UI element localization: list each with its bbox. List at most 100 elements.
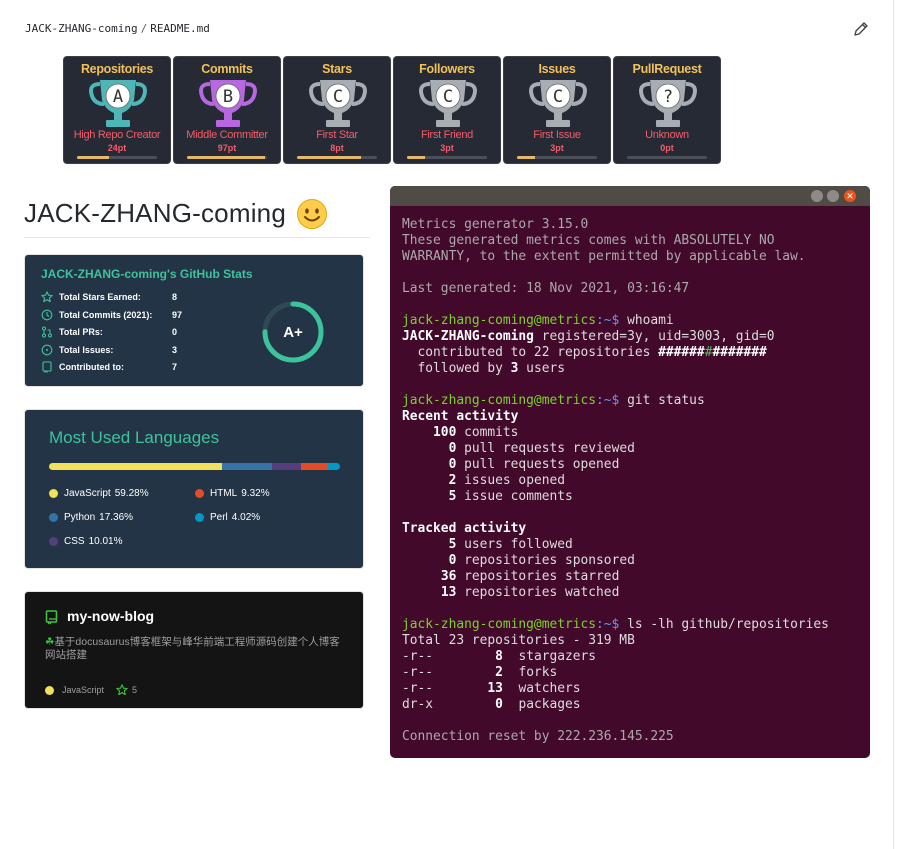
ls-count: 8: [495, 649, 503, 664]
language-legend-item: HTML 9.32%: [195, 488, 270, 499]
language-bar-segment: [272, 463, 302, 470]
pull-request-icon: [42, 326, 52, 338]
repo-name-link[interactable]: my-now-blog: [67, 608, 154, 624]
repo-description: ☘基于docusaurus博客框架与峰华前端工程师源码创建个人博客网站搭建: [45, 636, 345, 662]
ls-count: 0: [495, 697, 503, 712]
stats-row: Total Stars Earned: 8: [41, 291, 202, 303]
prompt-user: jack-zhang-coming@metrics: [402, 313, 597, 328]
repo-pin-card[interactable]: my-now-blog ☘基于docusaurus博客框架与峰华前端工程师源码创…: [24, 591, 364, 709]
trophy-progress-bar: [187, 156, 267, 159]
stats-row: Total Issues: 3: [41, 344, 202, 356]
language-bar-segment: [328, 463, 340, 470]
top-languages-card[interactable]: Most Used Languages JavaScript 59.28% Pyth…: [24, 409, 364, 569]
activity-line: 13 repositories watched: [402, 585, 620, 600]
connection-reset-line: Connection reset by 222.236.145.225: [402, 729, 674, 744]
language-bar-segment: [221, 463, 273, 470]
command-git-status: git status: [627, 393, 705, 408]
ls-permissions: -r--: [402, 665, 434, 680]
trophy-card[interactable]: Commits B Middle Committer 97pt: [173, 56, 281, 164]
activity-count: 13: [440, 585, 457, 600]
language-name: JavaScript: [64, 488, 111, 499]
languages-progress-bar: [49, 463, 340, 470]
contributions-hash-3: #######: [712, 345, 767, 360]
breadcrumb: JACK-ZHANG-coming / README.md: [25, 22, 210, 35]
repo-icon: [42, 361, 52, 373]
license-line-2: WARRANTY, to the extent permitted by app…: [402, 249, 806, 264]
repo-description-text: 基于docusaurus博客框架与峰华前端工程师源码创建个人博客网站搭建: [45, 636, 340, 661]
trophy-card[interactable]: Repositories A High Repo Creator 24pt: [63, 56, 171, 164]
trophy-card[interactable]: Followers C First Friend 3pt: [393, 56, 501, 164]
trophy-points: 3pt: [550, 143, 564, 153]
trophy-subtitle: High Repo Creator: [73, 129, 161, 141]
repo-language: JavaScript: [62, 685, 105, 695]
tracked-activity-title: Tracked activity: [402, 521, 527, 536]
trophy-card[interactable]: Stars C First Star 8pt: [283, 56, 391, 164]
repo-meta: JavaScript 5: [45, 684, 137, 696]
trophy-cup-icon: C: [529, 80, 587, 127]
version-line: Metrics generator 3.15.0: [402, 217, 589, 232]
repo-icon: [45, 610, 58, 625]
activity-label: issue comments: [464, 489, 573, 504]
activity-count: 0: [448, 457, 457, 472]
trophy-card[interactable]: PullRequest? Unknown 0pt: [613, 56, 721, 164]
trophy-row: Repositories A High Repo Creator 24pt Commit…: [63, 56, 721, 164]
ls-permissions: dr-x: [402, 697, 434, 712]
activity-count: 2: [448, 473, 457, 488]
breadcrumb-owner-link[interactable]: JACK-ZHANG-coming: [25, 22, 138, 35]
trophy-card[interactable]: Issues C First Issue 3pt: [503, 56, 611, 164]
trophy-progress-fill: [407, 156, 425, 159]
language-color-dot: [49, 489, 58, 498]
edit-file-button[interactable]: [852, 20, 870, 38]
activity-line: 36 repositories starred: [402, 569, 620, 584]
whoami-details: registered=3y, uid=3003, gid=0: [533, 329, 775, 344]
language-color-dot: [195, 489, 204, 498]
stats-row-value: 7: [172, 362, 178, 372]
ls-label: watchers: [518, 681, 581, 696]
ls-line: -r-- 2 forks: [402, 665, 557, 680]
ls-label: stargazers: [518, 649, 597, 664]
ls-label: forks: [518, 665, 558, 680]
trophy-cup-icon: ?: [639, 80, 697, 127]
activity-count: 100: [433, 425, 457, 440]
breadcrumb-separator: /: [140, 22, 148, 35]
languages-card-title: Most Used Languages: [49, 428, 220, 447]
command-whoami: whoami: [627, 313, 674, 328]
stats-row-label: Total PRs:: [59, 327, 103, 337]
activity-line: 5 users followed: [402, 537, 573, 552]
trophy-cup-icon: C: [309, 80, 367, 127]
clover-emoji-icon: ☘: [45, 636, 55, 648]
ls-label: packages: [518, 697, 581, 712]
terminal-minimize-button[interactable]: [811, 190, 823, 202]
followed-prefix: followed by: [402, 361, 511, 376]
contributions-hash-1: ######: [658, 345, 705, 360]
terminal-maximize-button[interactable]: [827, 190, 839, 202]
followed-suffix: users: [518, 361, 565, 376]
trophy-points: 3pt: [440, 143, 454, 153]
prompt-user: jack-zhang-coming@metrics: [402, 617, 597, 632]
activity-line: 2 issues opened: [402, 473, 565, 488]
page-right-border: [893, 0, 894, 849]
breadcrumb-file: README.md: [150, 22, 210, 35]
trophy-cup-icon: B: [199, 80, 257, 127]
stats-row-label: Total Commits (2021):: [59, 309, 153, 320]
pencil-icon: [854, 22, 868, 36]
terminal-close-button[interactable]: ✕: [844, 190, 856, 202]
trophy-subtitle: First Friend: [420, 129, 474, 141]
github-stats-card[interactable]: JACK-ZHANG-coming's GitHub Stats Total S…: [24, 254, 364, 387]
trophy-cup-icon: C: [419, 80, 477, 127]
trophy-progress-bar: [627, 156, 707, 159]
terminal-title-bar: ✕: [390, 186, 870, 206]
trophy-rank: C: [443, 87, 453, 107]
language-percent: 59.28%: [114, 488, 149, 499]
activity-line: 0 repositories sponsored: [402, 553, 635, 568]
activity-count: 5: [448, 537, 457, 552]
repo-star-count: 5: [132, 685, 138, 695]
last-generated-line: Last generated: 18 Nov 2021, 03:16:47: [402, 281, 690, 296]
language-name: HTML: [210, 488, 238, 499]
trophy-title: Issues: [538, 62, 576, 76]
ls-line: -r-- 13 watchers: [402, 681, 581, 696]
trophy-rank: ?: [663, 87, 673, 107]
trophy-progress-fill: [297, 156, 361, 159]
ls-count: 2: [495, 665, 503, 680]
trophy-cup-icon: A: [89, 80, 147, 127]
